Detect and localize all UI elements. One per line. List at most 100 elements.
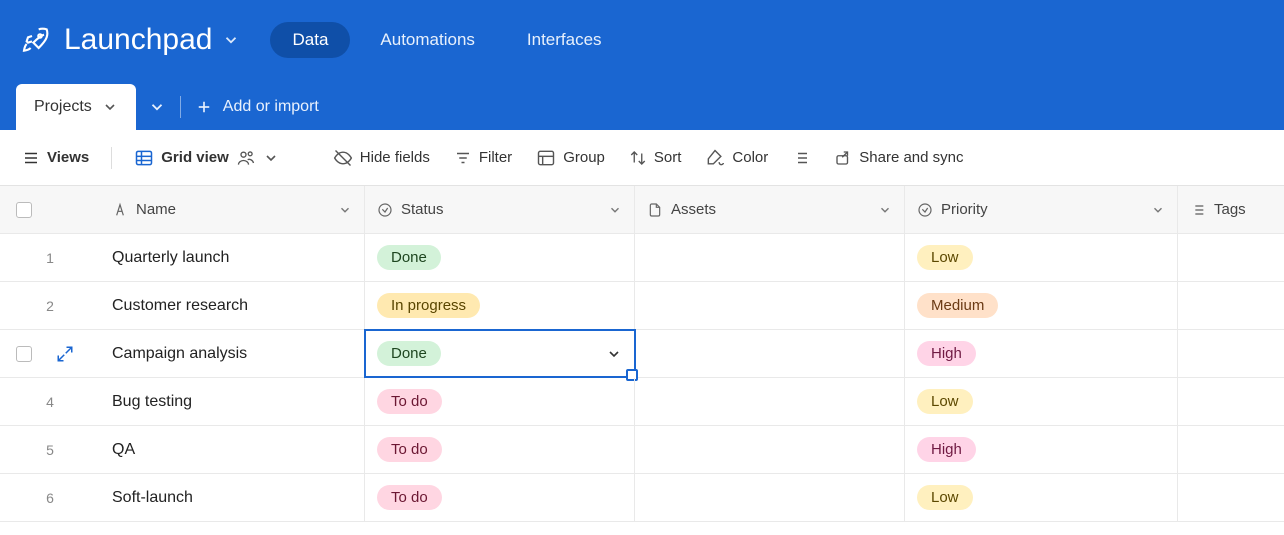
row-checkbox[interactable]	[16, 346, 32, 362]
rocket-icon	[20, 24, 52, 56]
cell-name[interactable]: Customer research	[100, 282, 365, 329]
nav-interfaces[interactable]: Interfaces	[505, 22, 624, 58]
chevron-down-icon[interactable]	[606, 346, 622, 362]
cell-assets[interactable]	[635, 234, 905, 281]
column-header-row: Name Status Assets	[0, 186, 1284, 234]
grid-view-label: Grid view	[161, 149, 229, 166]
cell-name[interactable]: Campaign analysis	[100, 330, 365, 377]
cell-tags[interactable]	[1178, 234, 1284, 281]
column-header-tags[interactable]: Tags	[1178, 186, 1284, 233]
cell-priority[interactable]: High	[905, 426, 1178, 473]
chevron-down-icon[interactable]	[102, 99, 118, 115]
table-row[interactable]: 5 QATo do High	[0, 426, 1284, 474]
chevron-down-icon[interactable]	[1151, 203, 1165, 217]
row-height-button[interactable]	[784, 143, 818, 173]
row-number: 4	[12, 394, 88, 410]
share-sync-button[interactable]: Share and sync	[826, 143, 971, 173]
color-label: Color	[732, 149, 768, 166]
table-tab-projects[interactable]: Projects	[16, 84, 136, 130]
cell-name[interactable]: QA	[100, 426, 365, 473]
base-menu-chevron-icon[interactable]	[222, 31, 240, 49]
base-title[interactable]: Launchpad	[64, 23, 212, 57]
status-pill: In progress	[377, 293, 480, 318]
table-row[interactable]: 4 Bug testingTo do Low	[0, 378, 1284, 426]
table-row[interactable]: 2 Customer research In progress Medium	[0, 282, 1284, 330]
cell-name[interactable]: Quarterly launch	[100, 234, 365, 281]
divider	[180, 96, 181, 118]
cell-assets[interactable]	[635, 378, 905, 425]
row-gutter: 4	[0, 378, 100, 425]
cell-name[interactable]: Soft-launch	[100, 474, 365, 521]
cell-priority[interactable]: Medium	[905, 282, 1178, 329]
table-tab-label: Projects	[34, 98, 92, 116]
expand-record-icon[interactable]	[56, 345, 74, 363]
attachment-icon	[647, 202, 663, 218]
filter-button[interactable]: Filter	[446, 143, 520, 173]
cell-assets[interactable]	[635, 330, 905, 377]
cell-tags[interactable]	[1178, 426, 1284, 473]
sort-button[interactable]: Sort	[621, 143, 690, 173]
cell-tags[interactable]	[1178, 474, 1284, 521]
grid-view-button[interactable]: Grid view	[126, 142, 287, 174]
people-icon	[236, 148, 256, 168]
data-grid: Name Status Assets	[0, 186, 1284, 522]
tab-history-chevron-icon[interactable]	[148, 98, 166, 116]
group-button[interactable]: Group	[528, 142, 613, 174]
row-number: 2	[12, 298, 88, 314]
cell-status[interactable]: To do	[365, 426, 635, 473]
column-header-priority[interactable]: Priority	[905, 186, 1178, 233]
column-header-name[interactable]: Name	[100, 186, 365, 233]
header-checkbox-cell	[0, 186, 100, 233]
row-gutter: 2	[0, 282, 100, 329]
cell-assets[interactable]	[635, 474, 905, 521]
table-row[interactable]: 1Quarterly launchDoneLow	[0, 234, 1284, 282]
chevron-down-icon[interactable]	[878, 203, 892, 217]
share-sync-label: Share and sync	[859, 149, 963, 166]
cell-status[interactable]: Done	[365, 330, 635, 377]
status-pill: To do	[377, 485, 442, 510]
record-name: Customer research	[112, 297, 248, 315]
nav-automations[interactable]: Automations	[358, 22, 497, 58]
cell-priority[interactable]: Low	[905, 474, 1178, 521]
cell-priority[interactable]: Low	[905, 378, 1178, 425]
column-header-assets-label: Assets	[671, 201, 716, 218]
record-name: Soft-launch	[112, 489, 193, 507]
cell-priority[interactable]: High	[905, 330, 1178, 377]
nav-data[interactable]: Data	[270, 22, 350, 58]
row-gutter	[0, 330, 100, 377]
cell-name[interactable]: Bug testing	[100, 378, 365, 425]
cell-status[interactable]: To do	[365, 474, 635, 521]
add-or-import-label: Add or import	[223, 98, 319, 116]
row-gutter: 6	[0, 474, 100, 521]
cell-tags[interactable]	[1178, 282, 1284, 329]
chevron-down-icon[interactable]	[263, 150, 279, 166]
views-button[interactable]: Views	[14, 143, 97, 173]
priority-pill: Low	[917, 389, 973, 414]
cell-tags[interactable]	[1178, 378, 1284, 425]
cell-status[interactable]: To do	[365, 378, 635, 425]
cell-assets[interactable]	[635, 426, 905, 473]
add-or-import-button[interactable]: Add or import	[195, 98, 319, 116]
cell-assets[interactable]	[635, 282, 905, 329]
sort-label: Sort	[654, 149, 682, 166]
select-all-checkbox[interactable]	[16, 202, 32, 218]
chevron-down-icon[interactable]	[608, 203, 622, 217]
status-pill: Done	[377, 341, 441, 366]
cell-status[interactable]: Done	[365, 234, 635, 281]
single-select-icon	[917, 202, 933, 218]
hide-fields-button[interactable]: Hide fields	[325, 142, 438, 174]
table-row[interactable]: Campaign analysis Done High	[0, 330, 1284, 378]
view-toolbar: Views Grid view Hide fields Filter	[0, 130, 1284, 186]
table-row[interactable]: 6 Soft-launch To do Low	[0, 474, 1284, 522]
cell-tags[interactable]	[1178, 330, 1284, 377]
multi-select-icon	[1190, 202, 1206, 218]
chevron-down-icon[interactable]	[338, 203, 352, 217]
column-header-status-label: Status	[401, 201, 444, 218]
color-button[interactable]: Color	[697, 142, 776, 174]
row-number: 5	[12, 442, 88, 458]
column-header-status[interactable]: Status	[365, 186, 635, 233]
priority-pill: Low	[917, 485, 973, 510]
cell-priority[interactable]: Low	[905, 234, 1178, 281]
column-header-assets[interactable]: Assets	[635, 186, 905, 233]
cell-status[interactable]: In progress	[365, 282, 635, 329]
